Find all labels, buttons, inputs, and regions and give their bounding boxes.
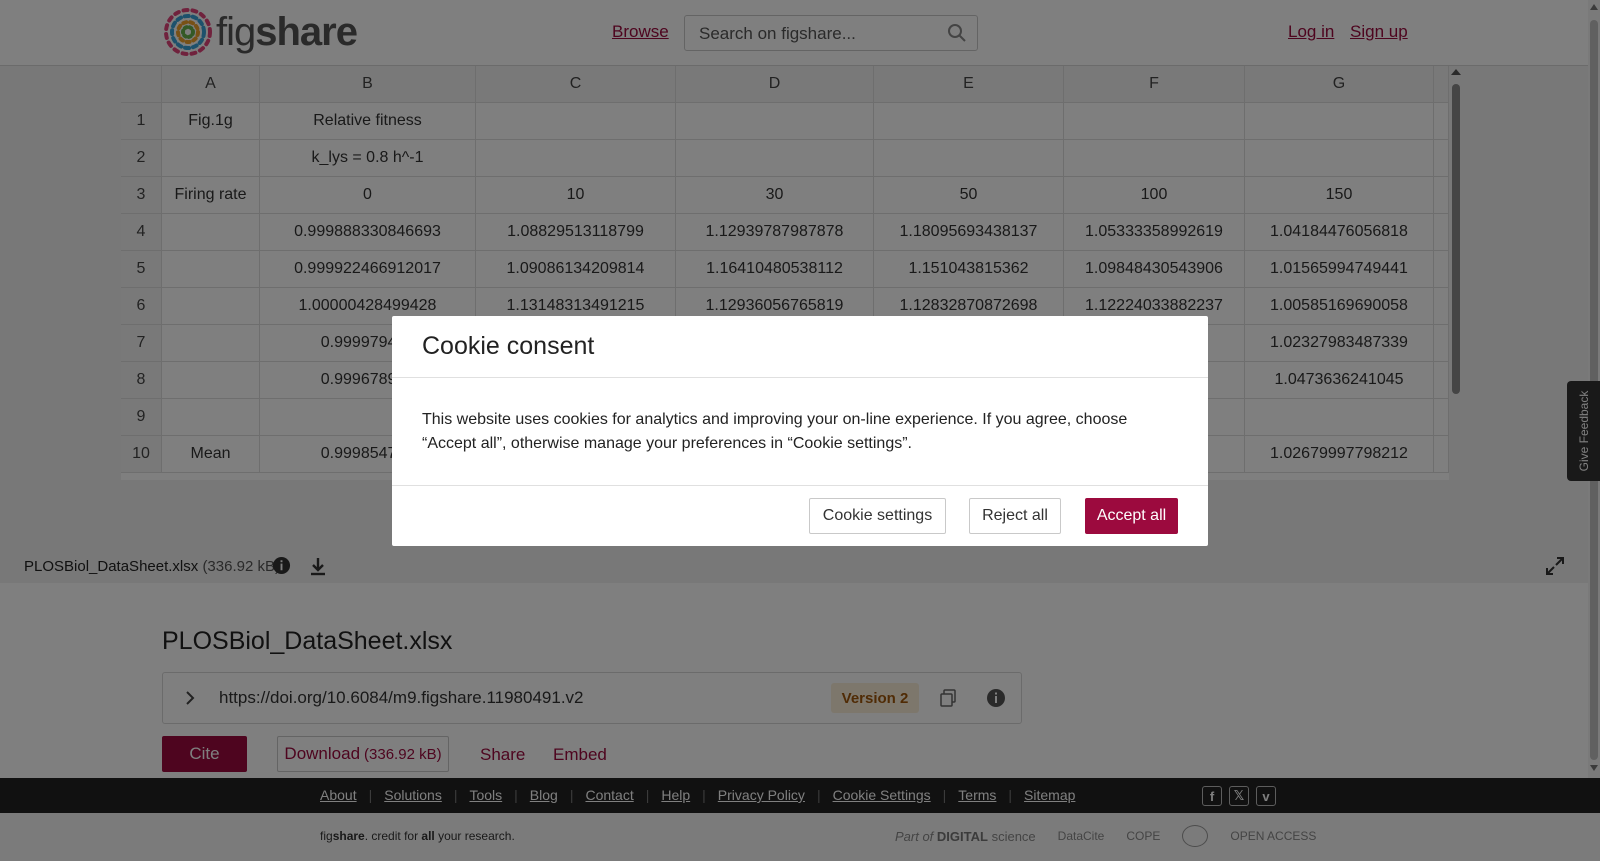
- cookie-dialog-text: This website uses cookies for analytics …: [422, 411, 1128, 452]
- reject-all-button[interactable]: Reject all: [969, 498, 1061, 534]
- divider: [392, 485, 1208, 486]
- cookie-consent-dialog: Cookie consent This website uses cookies…: [392, 316, 1208, 546]
- divider: [392, 377, 1208, 378]
- cookie-dialog-title: Cookie consent: [422, 332, 595, 360]
- cookie-settings-button[interactable]: Cookie settings: [809, 498, 946, 534]
- accept-all-button[interactable]: Accept all: [1085, 498, 1178, 534]
